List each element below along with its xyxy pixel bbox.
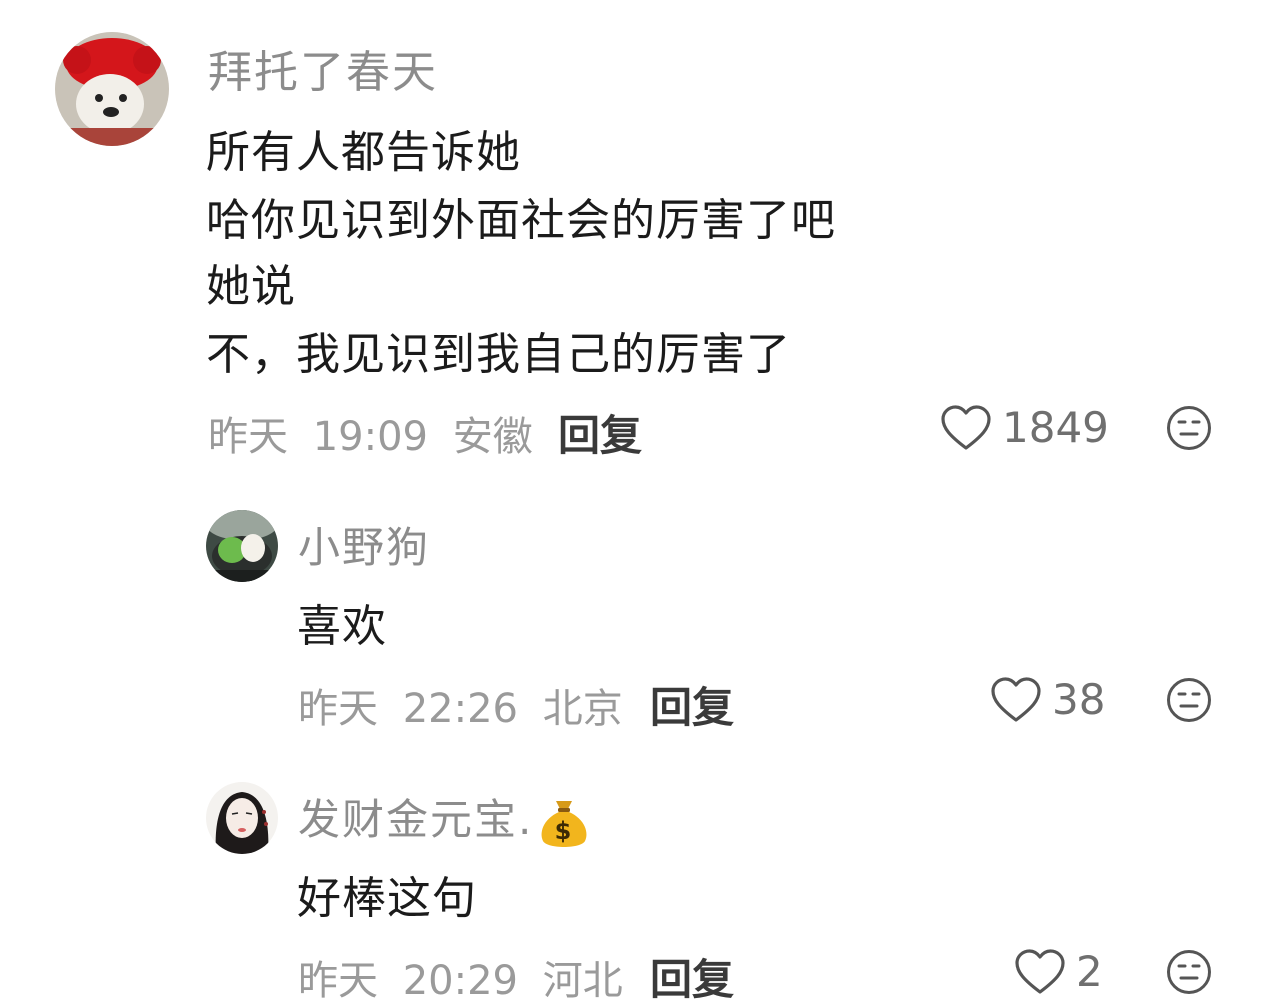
like-button[interactable]: 38 — [990, 675, 1105, 724]
comment-text-line: 喜欢 — [297, 601, 387, 652]
green-dessert-avatar — [206, 510, 278, 582]
user-avatar[interactable] — [206, 782, 278, 854]
comment-time: 20:29 — [402, 958, 518, 1004]
like-count: 38 — [1052, 675, 1106, 724]
comment-username[interactable]: 小野狗 — [298, 514, 430, 575]
neutral-face-icon — [1167, 406, 1211, 450]
emoji-reaction-button[interactable] — [1166, 677, 1212, 723]
user-avatar[interactable] — [206, 510, 278, 582]
comment-date: 昨天 — [298, 686, 378, 732]
comment-location: 河北 — [542, 958, 623, 1004]
reply-button[interactable]: 回复 — [558, 402, 642, 463]
comment-date: 昨天 — [208, 414, 288, 460]
comment-time: 19:09 — [312, 414, 428, 460]
reply-button[interactable]: 回复 — [650, 674, 734, 735]
comment-username[interactable]: 发财金元宝. $ — [298, 786, 591, 851]
comment-location: 北京 — [542, 686, 623, 732]
like-button[interactable]: 2 — [1014, 947, 1103, 996]
emoji-reaction-button[interactable] — [1166, 405, 1212, 451]
comment-text-line: 哈你见识到外面社会的厉害了吧 — [206, 195, 836, 246]
comment-time: 22:26 — [402, 686, 518, 732]
comment-text-line: 所有人都告诉她 — [206, 127, 521, 178]
heart-outline-icon — [941, 404, 991, 450]
comment-text-line: 不，我见识到我自己的厉害了 — [206, 329, 791, 380]
money-bag-icon: $ — [541, 800, 587, 847]
heart-outline-icon — [991, 676, 1041, 722]
red-hat-bear-avatar — [55, 32, 169, 146]
neutral-face-icon — [1167, 950, 1211, 994]
like-button[interactable]: 1849 — [940, 403, 1109, 452]
user-avatar[interactable] — [55, 32, 169, 146]
emoji-reaction-button[interactable] — [1166, 949, 1212, 995]
comment-text-line: 她说 — [206, 261, 296, 312]
like-count: 2 — [1076, 947, 1103, 996]
neutral-face-icon — [1167, 678, 1211, 722]
comment-text-line: 好棒这句 — [297, 873, 477, 924]
comment-meta: 昨天 19:09 安徽 — [208, 404, 533, 462]
comment-date: 昨天 — [298, 958, 378, 1004]
heart-outline-icon — [1015, 948, 1065, 994]
comment-username-text: 发财金元宝. — [298, 795, 534, 844]
reply-button[interactable]: 回复 — [650, 946, 734, 1007]
like-count: 1849 — [1002, 403, 1109, 452]
comment-meta: 昨天 22:26 北京 — [298, 676, 623, 734]
comment-username[interactable]: 拜托了春天 — [208, 36, 438, 100]
comment-location: 安徽 — [452, 414, 533, 460]
sketch-girl-avatar — [206, 782, 278, 854]
svg-text:$: $ — [555, 817, 574, 845]
comment-meta: 昨天 20:29 河北 — [298, 948, 623, 1006]
